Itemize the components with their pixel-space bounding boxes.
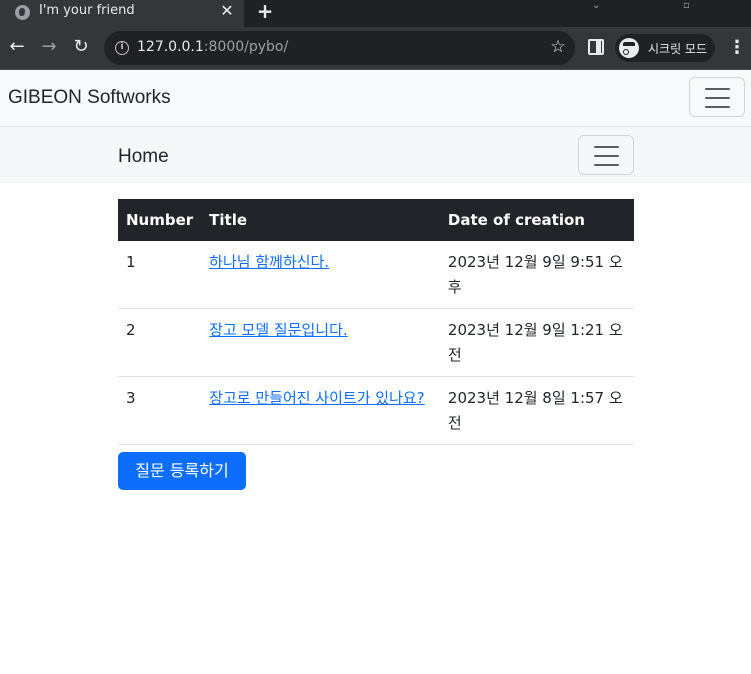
incognito-badge[interactable]: 시크릿 모드 bbox=[615, 34, 715, 62]
header-number: Number bbox=[126, 211, 194, 229]
side-panel-icon[interactable] bbox=[588, 39, 604, 55]
url-text[interactable]: 127.0.0.1:8000/pybo/ bbox=[137, 39, 288, 55]
row-number: 2 bbox=[118, 308, 202, 377]
header-title: Title bbox=[209, 211, 248, 229]
question-link[interactable]: 장고로 만들어진 사이트가 있나요? bbox=[209, 389, 424, 407]
row-number: 1 bbox=[118, 241, 202, 309]
back-icon[interactable]: ← bbox=[5, 35, 29, 59]
address-bar[interactable]: i 127.0.0.1:8000/pybo/ ☆ bbox=[104, 31, 575, 65]
navbar-toggler-button[interactable] bbox=[689, 77, 745, 117]
hamburger-icon bbox=[705, 88, 730, 90]
close-tab-icon[interactable]: ✕ bbox=[219, 2, 235, 20]
browser-tab[interactable]: I'm your friend ✕ bbox=[0, 0, 244, 27]
table-row: 2 장고 모델 질문입니다. 2023년 12월 9일 1:21 오전 bbox=[118, 308, 634, 377]
kebab-menu-icon[interactable]: ⋮ bbox=[728, 37, 746, 59]
tab-strip: I'm your friend ✕ + ⌄ ▫ bbox=[0, 0, 751, 27]
question-table: Number Title Date of creation 1 하나님 함께하신… bbox=[118, 199, 634, 445]
secondary-toggler-button[interactable] bbox=[578, 135, 634, 175]
incognito-label: 시크릿 모드 bbox=[648, 42, 708, 56]
incognito-icon bbox=[619, 38, 639, 58]
home-link[interactable]: Home bbox=[118, 146, 169, 168]
hamburger-icon bbox=[594, 146, 619, 148]
bookmark-star-icon[interactable]: ☆ bbox=[548, 36, 568, 58]
top-navbar: GIBEON Softworks bbox=[0, 70, 751, 127]
chevron-down-icon[interactable]: ⌄ bbox=[592, 0, 600, 11]
forward-icon[interactable]: → bbox=[37, 35, 61, 59]
browser-toolbar: ← → ↻ i 127.0.0.1:8000/pybo/ ☆ 시크릿 모드 ⋮ bbox=[0, 27, 751, 70]
header-date: Date of creation bbox=[447, 211, 585, 229]
reload-icon[interactable]: ↻ bbox=[69, 35, 93, 59]
row-date: 2023년 12월 9일 1:21 오전 bbox=[439, 308, 634, 377]
question-link[interactable]: 하나님 함께하신다. bbox=[209, 253, 329, 271]
brand-link[interactable]: GIBEON Softworks bbox=[8, 87, 171, 109]
info-icon[interactable]: i bbox=[115, 41, 129, 55]
question-link[interactable]: 장고 모델 질문입니다. bbox=[209, 321, 348, 339]
secondary-navbar: Home bbox=[0, 127, 751, 183]
row-date: 2023년 12월 8일 1:57 오전 bbox=[439, 376, 634, 445]
row-date: 2023년 12월 9일 9:51 오후 bbox=[439, 241, 634, 309]
maximize-icon[interactable]: ▫ bbox=[683, 0, 690, 11]
table-row: 3 장고로 만들어진 사이트가 있나요? 2023년 12월 8일 1:57 오… bbox=[118, 376, 634, 445]
globe-icon bbox=[15, 5, 30, 20]
new-tab-icon[interactable]: + bbox=[255, 0, 275, 22]
ask-question-button[interactable]: 질문 등록하기 bbox=[118, 452, 246, 490]
table-row: 1 하나님 함께하신다. 2023년 12월 9일 9:51 오후 bbox=[118, 241, 634, 309]
tab-title: I'm your friend bbox=[39, 3, 135, 18]
row-number: 3 bbox=[118, 376, 202, 445]
table-header-row: Number Title Date of creation bbox=[118, 199, 634, 241]
